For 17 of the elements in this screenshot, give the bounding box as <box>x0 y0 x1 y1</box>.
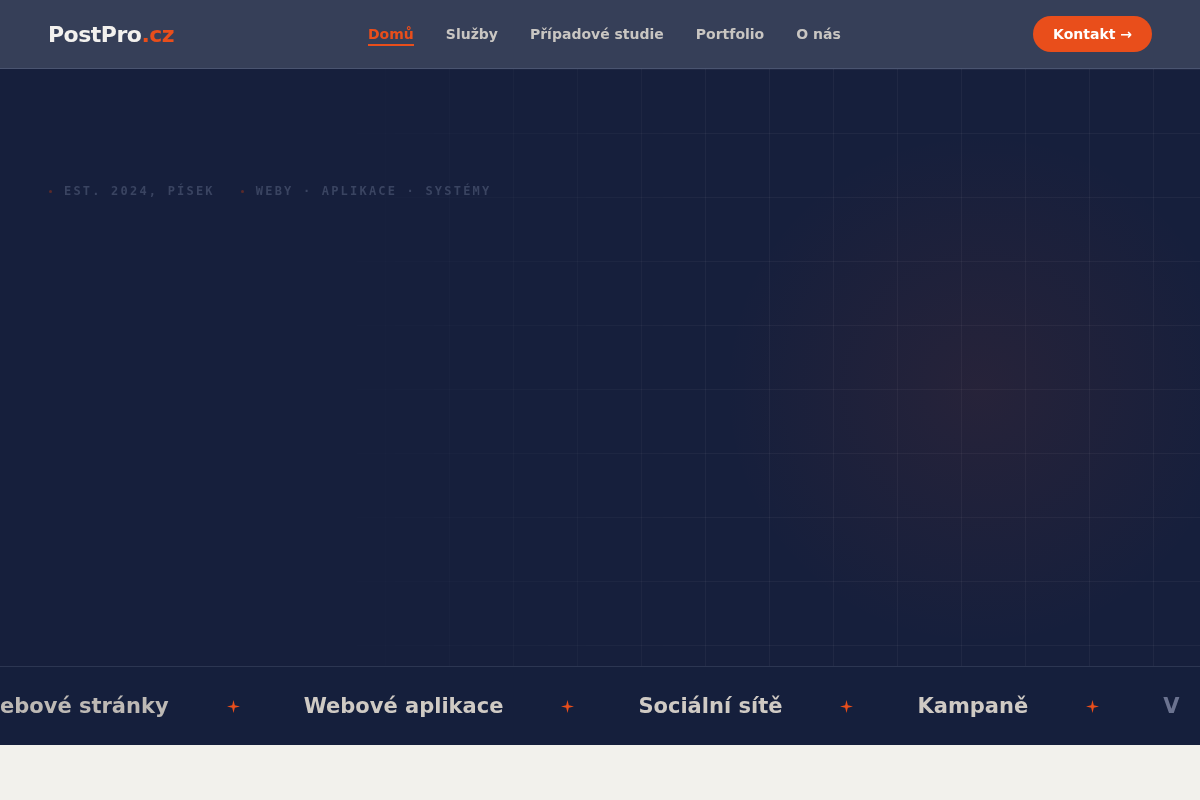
marquee-text: V <box>1163 694 1180 718</box>
dot-icon <box>49 189 52 193</box>
nav-link[interactable]: Služby <box>445 22 498 46</box>
star-icon <box>840 699 854 713</box>
marquee-text: ebové stránky <box>0 694 169 718</box>
nav-link[interactable]: Případové studie <box>529 22 664 46</box>
dot-icon <box>240 189 244 193</box>
contact-button[interactable]: Kontakt → <box>1033 16 1152 52</box>
marquee-text: Sociální sítě <box>638 694 783 718</box>
nav-link[interactable]: Portfolio <box>695 22 765 46</box>
nav-link[interactable]: O nás <box>796 22 841 46</box>
logo[interactable]: PostPro.cz <box>48 21 368 47</box>
marquee-text: Webové aplikace <box>303 694 504 718</box>
star-icon <box>226 699 240 713</box>
marquee-text: Kampaně <box>917 694 1029 718</box>
star-icon <box>561 699 575 713</box>
star-icon <box>1086 699 1100 713</box>
